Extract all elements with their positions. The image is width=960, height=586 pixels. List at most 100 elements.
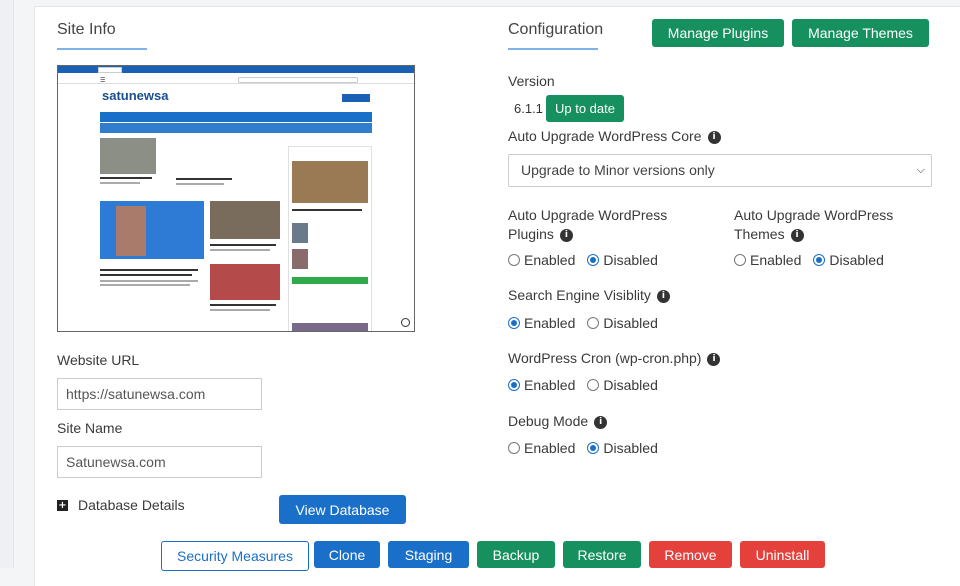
- enabled-text: Enabled: [524, 377, 576, 393]
- preview-header: [58, 74, 414, 84]
- restore-button[interactable]: Restore: [563, 541, 641, 568]
- preview-image: [210, 201, 280, 239]
- enabled-text: Enabled: [524, 315, 576, 331]
- preview-image: [292, 323, 368, 331]
- search-engine-text: Search Engine Visiblity: [508, 287, 651, 303]
- debug-disabled-radio[interactable]: [587, 442, 600, 454]
- auto-upgrade-core-select[interactable]: Upgrade to Minor versions only ⌵: [508, 154, 932, 187]
- info-icon[interactable]: i: [707, 130, 721, 144]
- up-to-date-badge: Up to date: [546, 95, 624, 122]
- cron-disabled-option[interactable]: Disabled: [587, 377, 658, 393]
- auto-upgrade-themes-text-2: Themes: [734, 226, 785, 242]
- manage-plugins-button[interactable]: Manage Plugins: [652, 19, 784, 47]
- themes-enabled-radio[interactable]: [734, 254, 746, 266]
- preview-menu-icon: ☰: [100, 78, 106, 84]
- configuration-underline: [508, 48, 598, 50]
- info-icon[interactable]: i: [790, 228, 804, 242]
- auto-upgrade-plugins-label: Auto Upgrade WordPress Plugins i: [508, 206, 667, 244]
- disabled-text: Disabled: [829, 252, 884, 268]
- security-measures-button[interactable]: Security Measures: [161, 541, 309, 571]
- preview-search: [238, 77, 358, 83]
- search-engine-label: Search Engine Visiblity i: [508, 287, 670, 303]
- preview-text: [176, 183, 224, 185]
- clone-button[interactable]: Clone: [314, 541, 380, 568]
- disabled-text: Disabled: [603, 377, 658, 393]
- preview-image: [100, 138, 156, 174]
- wp-cron-text: WordPress Cron (wp-cron.php): [508, 350, 702, 366]
- info-icon[interactable]: i: [594, 415, 608, 429]
- preview-text: [100, 182, 140, 184]
- enabled-text: Enabled: [524, 252, 576, 268]
- auto-upgrade-core-text: Auto Upgrade WordPress Core: [508, 128, 702, 144]
- plugins-enabled-option[interactable]: Enabled: [508, 252, 575, 268]
- debug-mode-text: Debug Mode: [508, 413, 589, 429]
- uninstall-button[interactable]: Uninstall: [740, 541, 825, 568]
- site-name-field[interactable]: Satunewsa.com: [57, 446, 262, 478]
- preview-text: [292, 209, 362, 211]
- preview-text: [100, 284, 190, 286]
- site-preview-thumbnail[interactable]: ☰ satunewsa: [57, 65, 415, 332]
- plus-square-icon: +: [57, 499, 68, 511]
- preview-thumb: [292, 249, 308, 269]
- cron-disabled-radio[interactable]: [587, 379, 600, 391]
- preview-tag: [98, 67, 122, 73]
- themes-disabled-radio[interactable]: [813, 254, 826, 266]
- info-icon[interactable]: i: [559, 228, 573, 242]
- search-enabled-option[interactable]: Enabled: [508, 315, 575, 331]
- preview-text: [210, 309, 270, 311]
- search-disabled-radio[interactable]: [587, 317, 600, 329]
- preview-image: [210, 264, 280, 300]
- website-url-field[interactable]: https://satunewsa.com: [57, 378, 262, 410]
- left-sidebar-strip: [0, 0, 14, 568]
- themes-disabled-option[interactable]: Disabled: [813, 252, 884, 268]
- database-details-toggle[interactable]: + Database Details: [57, 497, 185, 513]
- view-database-button[interactable]: View Database: [279, 495, 406, 524]
- site-info-underline: [57, 48, 147, 50]
- wp-cron-label: WordPress Cron (wp-cron.php) i: [508, 350, 721, 366]
- staging-button[interactable]: Staging: [388, 541, 469, 568]
- enabled-text: Enabled: [750, 252, 802, 268]
- auto-upgrade-core-label: Auto Upgrade WordPress Core i: [508, 128, 721, 144]
- search-disabled-option[interactable]: Disabled: [587, 315, 658, 331]
- auto-upgrade-plugins-text-1: Auto Upgrade WordPress: [508, 207, 668, 223]
- preview-text: [100, 177, 152, 179]
- version-label: Version: [508, 73, 555, 89]
- disabled-text: Disabled: [603, 252, 658, 268]
- site-name-label: Site Name: [57, 420, 123, 436]
- cron-enabled-radio[interactable]: [508, 379, 520, 391]
- enabled-text: Enabled: [524, 440, 576, 456]
- cron-enabled-option[interactable]: Enabled: [508, 377, 575, 393]
- remove-button[interactable]: Remove: [649, 541, 732, 568]
- themes-enabled-option[interactable]: Enabled: [734, 252, 801, 268]
- preview-text: [210, 249, 270, 251]
- info-icon[interactable]: i: [656, 289, 670, 303]
- debug-disabled-option[interactable]: Disabled: [587, 440, 658, 456]
- preview-image: [292, 161, 368, 203]
- preview-text: [100, 280, 198, 282]
- preview-logo: satunewsa: [102, 88, 169, 103]
- backup-button[interactable]: Backup: [477, 541, 555, 568]
- preview-expand-icon[interactable]: [401, 318, 410, 327]
- version-value: 6.1.1: [514, 101, 543, 116]
- debug-enabled-radio[interactable]: [508, 442, 520, 454]
- plugins-disabled-option[interactable]: Disabled: [587, 252, 658, 268]
- disabled-text: Disabled: [603, 440, 658, 456]
- manage-themes-button[interactable]: Manage Themes: [792, 19, 929, 47]
- site-info-title: Site Info: [57, 21, 116, 38]
- plugins-enabled-radio[interactable]: [508, 254, 520, 266]
- debug-enabled-option[interactable]: Enabled: [508, 440, 575, 456]
- info-icon[interactable]: i: [707, 352, 721, 366]
- preview-nav: [100, 112, 372, 122]
- preview-text: [176, 178, 232, 180]
- website-url-label: Website URL: [57, 352, 140, 368]
- page: Site Info ☰ satunewsa Website URL https:…: [0, 0, 960, 586]
- disabled-text: Disabled: [603, 315, 658, 331]
- auto-upgrade-themes-text-1: Auto Upgrade WordPress: [734, 207, 894, 223]
- plugins-disabled-radio[interactable]: [587, 254, 600, 266]
- auto-upgrade-plugins-radios: Enabled Disabled: [508, 252, 670, 268]
- preview-sidebar: [288, 146, 372, 331]
- search-enabled-radio[interactable]: [508, 317, 520, 329]
- preview-green-button: [292, 277, 368, 284]
- auto-upgrade-themes-radios: Enabled Disabled: [734, 252, 896, 268]
- preview-headline: [100, 269, 198, 271]
